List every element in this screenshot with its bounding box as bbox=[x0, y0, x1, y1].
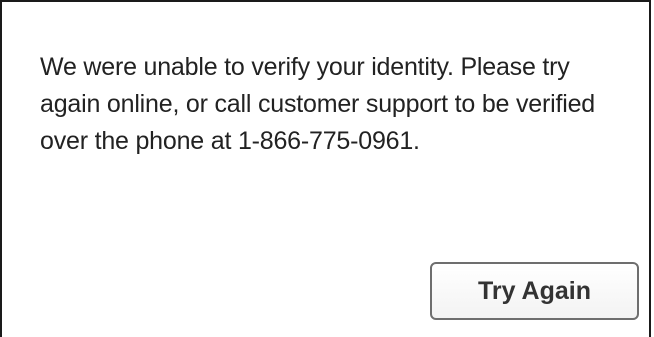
verification-error-dialog: We were unable to verify your identity. … bbox=[0, 0, 651, 337]
verification-error-message: We were unable to verify your identity. … bbox=[40, 53, 595, 155]
try-again-button[interactable]: Try Again bbox=[430, 262, 639, 320]
